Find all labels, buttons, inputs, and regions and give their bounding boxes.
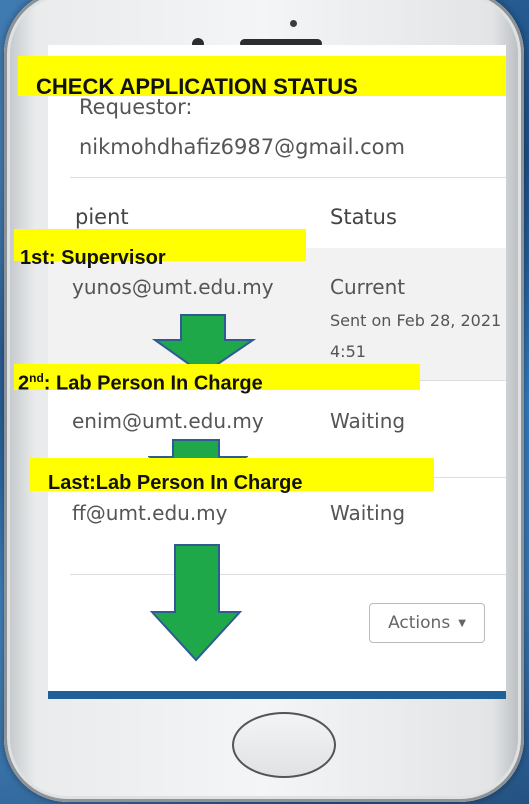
step2-text: : Lab Person In Charge: [43, 372, 263, 395]
status-1-time: 4:51: [330, 342, 366, 361]
requestor-email: nikmohdhafiz6987@gmail.com: [79, 135, 405, 159]
recipient-column-header: pient: [75, 205, 129, 229]
status-column-header: Status: [330, 205, 397, 229]
status-1-detail: Sent on Feb 28, 2021: [330, 311, 502, 330]
step3-banner: Last:Lab Person In Charge: [30, 458, 434, 493]
step2-ordinal: nd: [29, 371, 44, 385]
screen-bottom-bar: [48, 691, 506, 699]
speaker-dot: [290, 20, 297, 27]
recipient-1: yunos@umt.edu.my: [72, 275, 274, 299]
recipient-2: enim@umt.edu.my: [72, 409, 264, 433]
divider: [70, 177, 506, 178]
status-1: Current: [330, 275, 406, 299]
status-2: Waiting: [330, 409, 406, 433]
actions-label: Actions: [388, 613, 451, 633]
step1-banner: 1st: Supervisor: [14, 229, 306, 268]
caret-down-icon: ▼: [458, 617, 466, 629]
arrow-down-icon: [150, 544, 242, 662]
status-3: Waiting: [330, 501, 406, 525]
actions-button[interactable]: Actions ▼: [369, 603, 485, 643]
title-banner: CHECK APPLICATION STATUS: [18, 56, 506, 98]
phone-frame: Requestor: nikmohdhafiz6987@gmail.com pi…: [4, 0, 524, 802]
step2-banner: 2nd: Lab Person In Charge: [14, 364, 420, 394]
home-button[interactable]: [232, 712, 336, 778]
divider: [70, 574, 506, 575]
recipient-3: ff@umt.edu.my: [72, 501, 228, 525]
step2-number: 2: [18, 372, 30, 395]
